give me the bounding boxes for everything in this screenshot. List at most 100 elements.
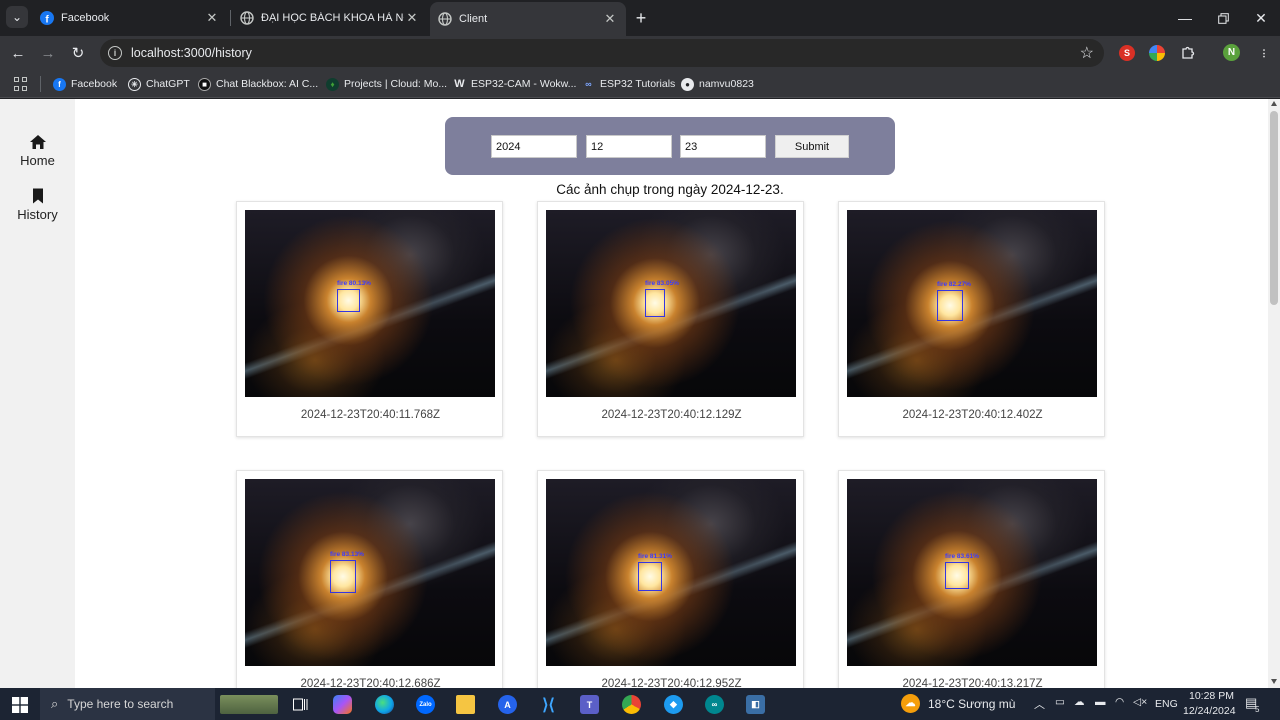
taskbar-search[interactable]: ⌕ Type here to search — [40, 688, 215, 720]
capture-card[interactable]: fire 81.31% 2024-12-23T20:40:12.952Z — [537, 470, 804, 688]
copilot-icon[interactable] — [333, 695, 352, 714]
close-icon[interactable]: ✕ — [602, 11, 618, 27]
sidebar-item-home[interactable]: Home — [0, 133, 75, 168]
detection-box — [337, 289, 360, 312]
capture-photo[interactable]: fire 83.13% — [245, 479, 495, 666]
capture-photo[interactable]: fire 83.61% — [847, 479, 1097, 666]
zalo-icon[interactable]: Zalo — [416, 695, 435, 714]
close-icon[interactable]: ✕ — [204, 10, 220, 26]
app-icon[interactable]: ◧ — [746, 695, 765, 714]
power-icon[interactable]: ▬ — [1095, 696, 1106, 708]
bookmark-esp32-tutorials[interactable]: ∞ ESP32 Tutorials — [582, 76, 675, 92]
weather-text[interactable]: 18°C Sương mù — [928, 697, 1015, 711]
task-view-icon[interactable] — [291, 695, 310, 714]
tab-divider — [230, 10, 231, 26]
mongodb-icon: ♦ — [326, 77, 339, 91]
new-tab-button[interactable]: + — [631, 8, 651, 28]
scroll-up-arrow-icon[interactable] — [1271, 101, 1277, 106]
maximize-icon[interactable] — [1213, 8, 1233, 28]
arduino-icon[interactable]: ∞ — [705, 695, 724, 714]
day-input[interactable] — [680, 135, 766, 158]
bookmark-facebook[interactable]: f Facebook — [53, 76, 117, 92]
capture-timestamp: 2024-12-23T20:40:13.217Z — [902, 678, 1043, 688]
tab-client[interactable]: Client ✕ — [430, 2, 626, 36]
facebook-icon: f — [53, 77, 66, 91]
forward-arrow-icon[interactable]: → — [37, 42, 59, 64]
detection-box — [638, 562, 662, 591]
bookmark-blackbox[interactable]: ■ Chat Blackbox: AI C... — [198, 76, 318, 92]
apps-grid-icon[interactable] — [14, 77, 28, 91]
weather-icon[interactable]: ☁ — [901, 694, 920, 713]
capture-card[interactable]: fire 83.61% 2024-12-23T20:40:13.217Z — [838, 470, 1105, 688]
capture-timestamp: 2024-12-23T20:40:12.686Z — [300, 678, 441, 688]
chevron-down-icon: ⌄ — [11, 10, 23, 24]
profile-avatar[interactable]: N — [1223, 44, 1240, 61]
capture-photo[interactable]: fire 82.27% — [847, 210, 1097, 397]
file-explorer-icon[interactable] — [456, 695, 475, 714]
extension-s-icon[interactable]: S — [1119, 45, 1135, 61]
wifi-icon[interactable]: ◠ — [1115, 696, 1124, 708]
windows-start-icon[interactable] — [10, 695, 29, 714]
extension-color-icon[interactable] — [1149, 45, 1165, 61]
capture-card[interactable]: fire 82.27% 2024-12-23T20:40:12.402Z — [838, 201, 1105, 437]
bookmark-label: Projects | Cloud: Mo... — [344, 78, 448, 90]
capture-card[interactable]: fire 83.05% 2024-12-23T20:40:12.129Z — [537, 201, 804, 437]
capture-card[interactable]: fire 80.13% 2024-12-23T20:40:11.768Z — [236, 201, 503, 437]
edge-icon[interactable] — [375, 695, 394, 714]
capture-card[interactable]: fire 83.13% 2024-12-23T20:40:12.686Z — [236, 470, 503, 688]
search-highlight-icon[interactable] — [220, 695, 278, 714]
capture-photo[interactable]: fire 80.13% — [245, 210, 495, 397]
back-arrow-icon[interactable]: ← — [7, 42, 29, 64]
scrollbar-thumb[interactable] — [1270, 111, 1278, 305]
address-bar[interactable]: i localhost:3000/history ☆ — [100, 39, 1104, 67]
github-icon: ● — [681, 77, 694, 91]
web-page: Home History Submit Các ảnh chụp trong n… — [0, 99, 1268, 688]
month-input[interactable] — [586, 135, 672, 158]
bookmark-label: Facebook — [71, 78, 118, 90]
scroll-down-arrow-icon[interactable] — [1271, 679, 1277, 684]
close-icon[interactable]: ✕ — [404, 10, 420, 26]
globe-icon — [438, 12, 452, 26]
site-info-icon[interactable]: i — [108, 46, 122, 60]
battery-icon[interactable]: ▭ — [1055, 696, 1065, 708]
tab-bach-khoa[interactable]: ĐẠI HỌC BÁCH KHOA HÀ NỘI ✕ — [232, 4, 428, 32]
bookmark-wokwi[interactable]: W ESP32-CAM - Wokw... — [453, 76, 576, 92]
facebook-icon: f — [40, 11, 54, 25]
cloud-icon[interactable]: ☁ — [1074, 696, 1085, 708]
bookmark-chatgpt[interactable]: ✳ ChatGPT — [128, 76, 190, 92]
submit-button[interactable]: Submit — [775, 135, 849, 158]
star-bookmark-icon[interactable]: ☆ — [1080, 43, 1094, 63]
tray-chevron-icon[interactable]: ︿ — [1034, 696, 1045, 712]
detection-label: fire 82.27% — [937, 281, 971, 288]
docker-icon[interactable]: ◆ — [664, 695, 683, 714]
tab-title: ĐẠI HỌC BÁCH KHOA HÀ NỘI — [261, 12, 404, 24]
page-scrollbar[interactable] — [1268, 99, 1280, 688]
minimize-icon[interactable]: — — [1175, 8, 1195, 28]
tab-facebook[interactable]: f Facebook ✕ — [32, 4, 228, 32]
vscode-icon[interactable]: ⟩⟨ — [539, 695, 558, 714]
bookmark-mongodb[interactable]: ♦ Projects | Cloud: Mo... — [326, 76, 447, 92]
wokwi-icon: W — [454, 78, 465, 90]
bookmark-label: Chat Blackbox: AI C... — [216, 78, 319, 90]
clock-date[interactable]: 12/24/2024 — [1183, 705, 1236, 717]
year-input[interactable] — [491, 135, 577, 158]
volume-icon[interactable]: ◁× — [1133, 696, 1147, 708]
url-text[interactable]: localhost:3000/history — [131, 46, 252, 60]
extensions-puzzle-icon[interactable] — [1180, 45, 1196, 61]
bookmark-divider — [40, 76, 41, 92]
clock-time[interactable]: 10:28 PM — [1189, 690, 1234, 702]
bookmark-label: ESP32 Tutorials — [600, 78, 676, 90]
app-store-icon[interactable]: A — [498, 695, 517, 714]
bookmark-github[interactable]: ● namvu0823 — [681, 76, 754, 92]
capture-photo[interactable]: fire 81.31% — [546, 479, 796, 666]
language-indicator[interactable]: ENG — [1155, 698, 1178, 710]
tab-search-button[interactable]: ⌄ — [6, 6, 28, 28]
chrome-icon[interactable] — [622, 695, 641, 714]
capture-photo[interactable]: fire 83.05% — [546, 210, 796, 397]
more-menu-icon[interactable]: ⋮ — [1256, 45, 1272, 61]
tab-strip: ⌄ f Facebook ✕ ĐẠI HỌC BÁCH KHOA HÀ NỘI … — [0, 0, 1280, 36]
reload-icon[interactable]: ↻ — [67, 42, 89, 64]
teams-icon[interactable]: T — [580, 695, 599, 714]
close-window-icon[interactable]: ✕ — [1251, 8, 1271, 28]
tab-title: Client — [459, 13, 488, 25]
